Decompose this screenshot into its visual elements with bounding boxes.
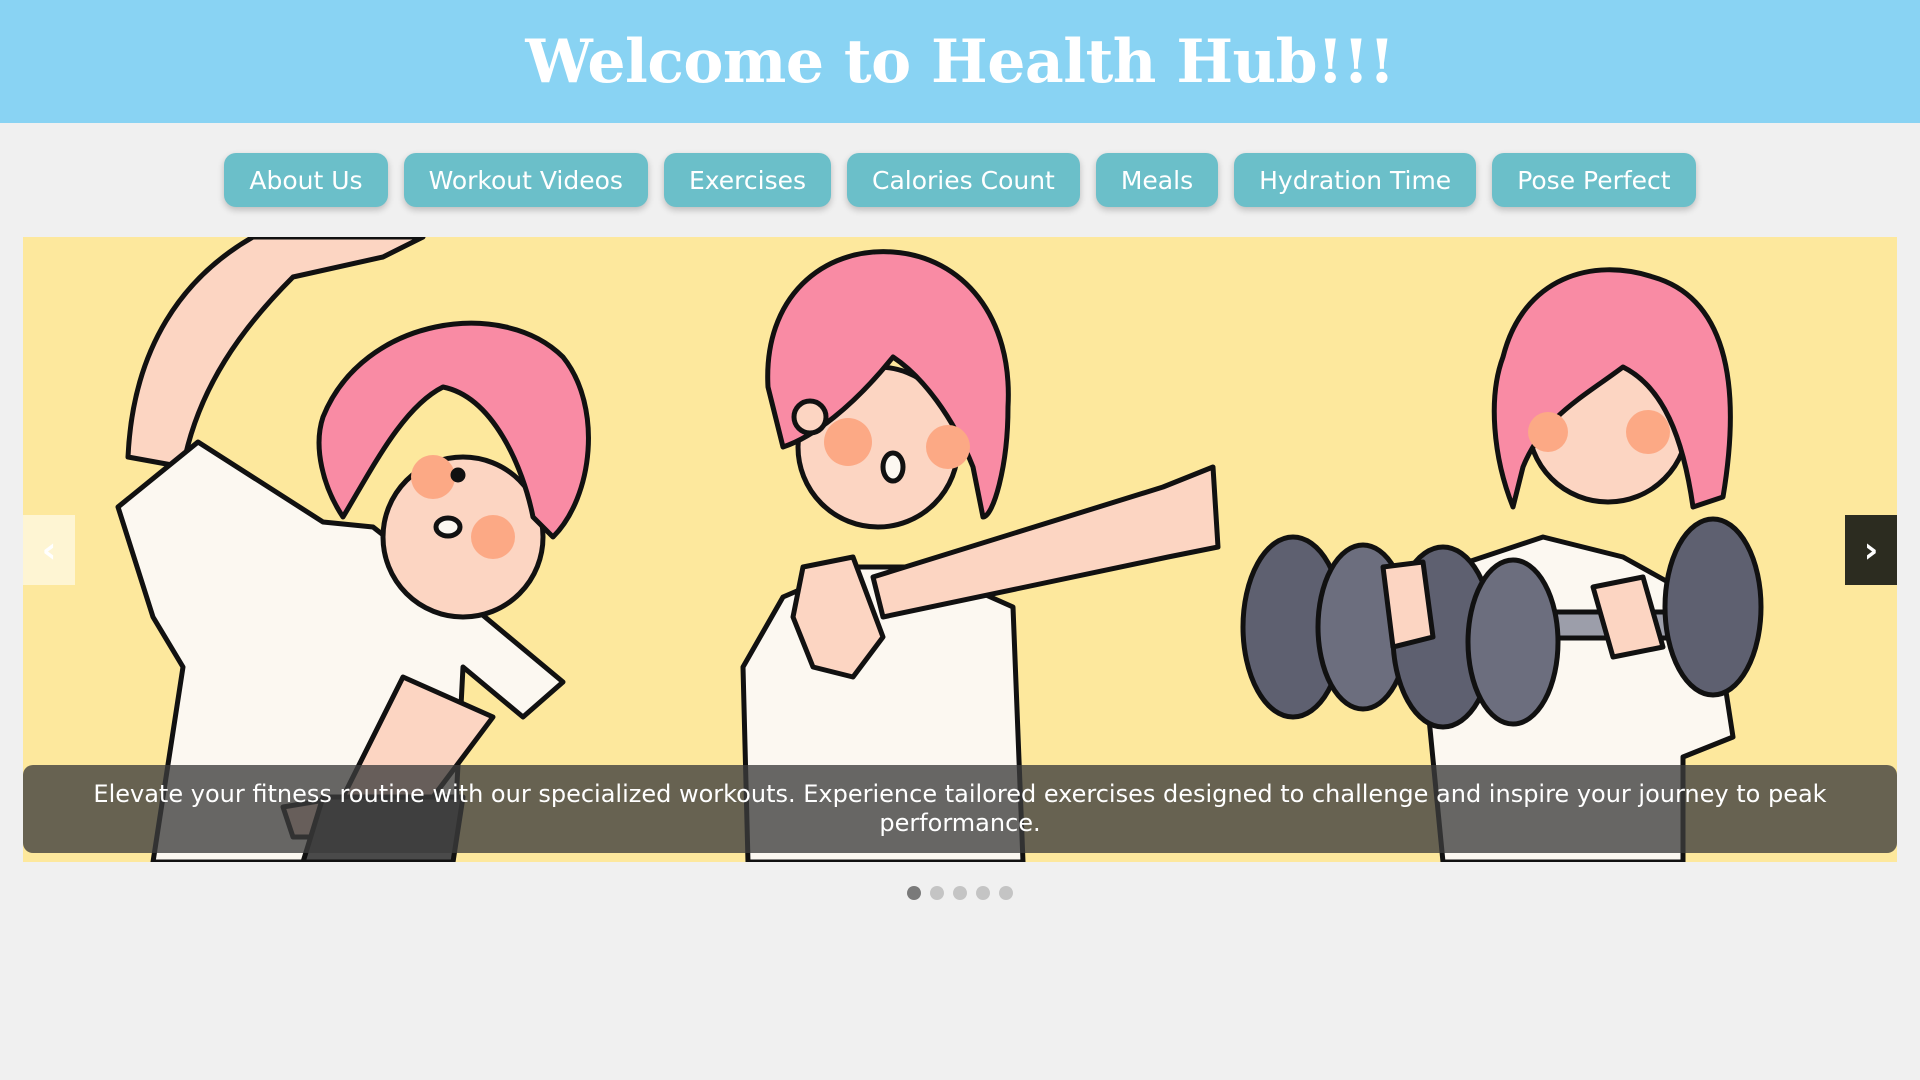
prev-slide-button[interactable]: ‹: [23, 515, 75, 585]
nav-pose-perfect-button[interactable]: Pose Perfect: [1492, 153, 1696, 207]
carousel-dot[interactable]: [907, 886, 921, 900]
nav-exercises-button[interactable]: Exercises: [663, 153, 832, 207]
carousel-dot[interactable]: [930, 886, 944, 900]
image-carousel: Elevate your fitness routine with our sp…: [23, 237, 1897, 862]
slide-caption: Elevate your fitness routine with our sp…: [23, 765, 1897, 853]
page-title: Welcome to Health Hub!!!: [525, 26, 1395, 97]
nav-meals-button[interactable]: Meals: [1095, 153, 1219, 207]
nav-workout-videos-button[interactable]: Workout Videos: [403, 153, 648, 207]
main-nav: About Us Workout Videos Exercises Calori…: [0, 153, 1920, 207]
carousel-dot[interactable]: [953, 886, 967, 900]
page-header: Welcome to Health Hub!!!: [0, 0, 1920, 123]
chevron-right-icon: ›: [1863, 529, 1879, 571]
carousel-dot[interactable]: [976, 886, 990, 900]
chevron-left-icon: ‹: [41, 529, 57, 571]
carousel-indicators: [0, 886, 1920, 900]
nav-about-us-button[interactable]: About Us: [224, 153, 388, 207]
nav-hydration-time-button[interactable]: Hydration Time: [1234, 153, 1477, 207]
carousel-dot[interactable]: [999, 886, 1013, 900]
next-slide-button[interactable]: ›: [1845, 515, 1897, 585]
nav-calories-count-button[interactable]: Calories Count: [847, 153, 1080, 207]
